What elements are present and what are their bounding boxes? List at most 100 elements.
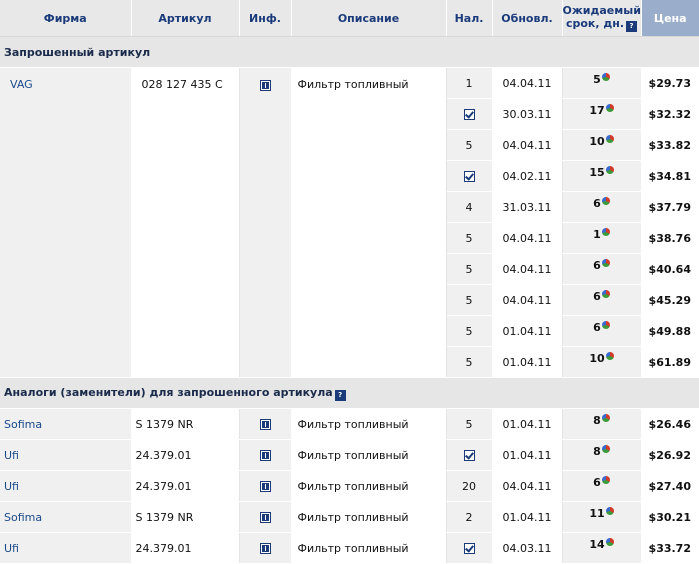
info-icon[interactable] <box>259 419 271 430</box>
header-updated[interactable]: Обновл. <box>492 0 563 37</box>
info-icon[interactable] <box>259 481 271 492</box>
availability-cell: 5 <box>446 253 493 285</box>
expected-days: 6 <box>593 258 601 272</box>
description: Фильтр топливный <box>291 439 447 471</box>
header-expected-line1: Ожидаемый <box>562 4 641 17</box>
parts-table: Фирма Артикул Инф. Описание Нал. Обновл.… <box>0 0 699 564</box>
updated-date: 30.03.11 <box>492 98 563 130</box>
expected-days-cell: 6 <box>562 284 642 316</box>
pie-chart-icon[interactable] <box>605 351 614 360</box>
expected-days-cell: 8 <box>562 408 642 440</box>
availability-qty: 5 <box>465 293 473 307</box>
pie-chart-icon[interactable] <box>601 444 610 453</box>
expected-days-cell: 8 <box>562 439 642 471</box>
help-icon[interactable]: ? <box>626 21 638 32</box>
availability-cell: 5 <box>446 408 493 440</box>
price[interactable]: $38.76 <box>640 222 699 254</box>
price[interactable]: $27.40 <box>640 470 699 502</box>
price[interactable]: $49.88 <box>640 315 699 347</box>
updated-date: 01.04.11 <box>492 346 563 378</box>
expected-days-cell: 6 <box>562 470 642 502</box>
table-row: Ufi 24.379.01 Фильтр топливный 01.04.11 8 $26… <box>0 439 699 471</box>
updated-date: 01.04.11 <box>492 315 563 347</box>
table-row: Ufi 24.379.01 Фильтр топливный 20 04.04.11 6 $… <box>0 470 699 502</box>
price[interactable]: $29.73 <box>640 67 699 99</box>
expected-days-cell: 6 <box>562 315 642 347</box>
availability-cell: 5 <box>446 222 493 254</box>
info-icon[interactable] <box>259 79 271 91</box>
brand-link[interactable]: Ufi <box>0 532 132 564</box>
brand-link[interactable]: Ufi <box>0 470 132 502</box>
header-article[interactable]: Артикул <box>131 0 240 37</box>
availability-cell <box>446 98 493 130</box>
availability-cell <box>446 439 493 471</box>
description: Фильтр топливный <box>291 408 447 440</box>
pie-chart-icon[interactable] <box>605 165 614 174</box>
updated-date: 04.04.11 <box>492 284 563 316</box>
pie-chart-icon[interactable] <box>605 134 614 143</box>
pie-chart-icon[interactable] <box>601 413 610 422</box>
article-number: S 1379 NR <box>131 408 240 440</box>
header-firm[interactable]: Фирма <box>0 0 132 37</box>
expected-days: 11 <box>589 506 605 520</box>
pie-chart-icon[interactable] <box>601 196 610 205</box>
article-number: 028 127 435 C <box>131 67 240 378</box>
price[interactable]: $33.82 <box>640 129 699 161</box>
expected-days-cell: 10 <box>562 346 642 378</box>
availability-qty: 2 <box>465 510 473 524</box>
price[interactable]: $30.21 <box>640 501 699 533</box>
expected-days: 6 <box>593 475 601 489</box>
header-availability[interactable]: Нал. <box>446 0 493 37</box>
pie-chart-icon[interactable] <box>605 537 614 546</box>
header-description[interactable]: Описание <box>291 0 447 37</box>
pie-chart-icon[interactable] <box>601 227 610 236</box>
price[interactable]: $34.81 <box>640 160 699 192</box>
header-price[interactable]: Цена <box>641 0 699 37</box>
price[interactable]: $32.32 <box>640 98 699 130</box>
description: Фильтр топливный <box>291 67 447 378</box>
expected-days: 5 <box>593 72 601 86</box>
expected-days-cell: 1 <box>562 222 642 254</box>
section-analogs: Аналоги (заменители) для запрошенного ар… <box>0 377 699 409</box>
price[interactable]: $33.72 <box>640 532 699 564</box>
section-title: Запрошенный артикул <box>0 36 699 68</box>
section-title-cell: Аналоги (заменители) для запрошенного ар… <box>0 377 699 409</box>
price[interactable]: $37.79 <box>640 191 699 223</box>
pie-chart-icon[interactable] <box>605 103 614 112</box>
pie-chart-icon[interactable] <box>605 506 614 515</box>
expected-days: 15 <box>589 165 605 179</box>
brand-link[interactable]: Sofima <box>0 501 132 533</box>
article-number: 24.379.01 <box>131 470 240 502</box>
pie-chart-icon[interactable] <box>601 72 610 81</box>
expected-days: 6 <box>593 289 601 303</box>
info-icon[interactable] <box>259 450 271 461</box>
availability-qty: 5 <box>465 324 473 338</box>
availability-cell: 5 <box>446 315 493 347</box>
brand-link[interactable]: VAG <box>0 67 132 378</box>
price[interactable]: $45.29 <box>640 284 699 316</box>
info-cell <box>239 67 292 378</box>
pie-chart-icon[interactable] <box>601 289 610 298</box>
updated-date: 01.04.11 <box>492 439 563 471</box>
expected-days-cell: 14 <box>562 532 642 564</box>
header-expected-days[interactable]: Ожидаемый срок, дн.? <box>562 0 642 37</box>
info-icon[interactable] <box>259 512 271 523</box>
pie-chart-icon[interactable] <box>601 320 610 329</box>
price[interactable]: $61.89 <box>640 346 699 378</box>
expected-days: 10 <box>589 351 605 365</box>
brand-link[interactable]: Ufi <box>0 439 132 471</box>
expected-days-cell: 17 <box>562 98 642 130</box>
check-icon <box>463 543 475 554</box>
availability-cell: 2 <box>446 501 493 533</box>
price[interactable]: $26.92 <box>640 439 699 471</box>
table-row: VAG 028 127 435 C Фильтр топливный 1 04.04.1… <box>0 67 699 378</box>
availability-qty: 4 <box>465 200 473 214</box>
brand-link[interactable]: Sofima <box>0 408 132 440</box>
price[interactable]: $26.46 <box>640 408 699 440</box>
price[interactable]: $40.64 <box>640 253 699 285</box>
info-icon[interactable] <box>259 543 271 554</box>
pie-chart-icon[interactable] <box>601 258 610 267</box>
help-icon[interactable]: ? <box>334 389 346 401</box>
pie-chart-icon[interactable] <box>601 475 610 484</box>
info-cell <box>239 501 292 533</box>
